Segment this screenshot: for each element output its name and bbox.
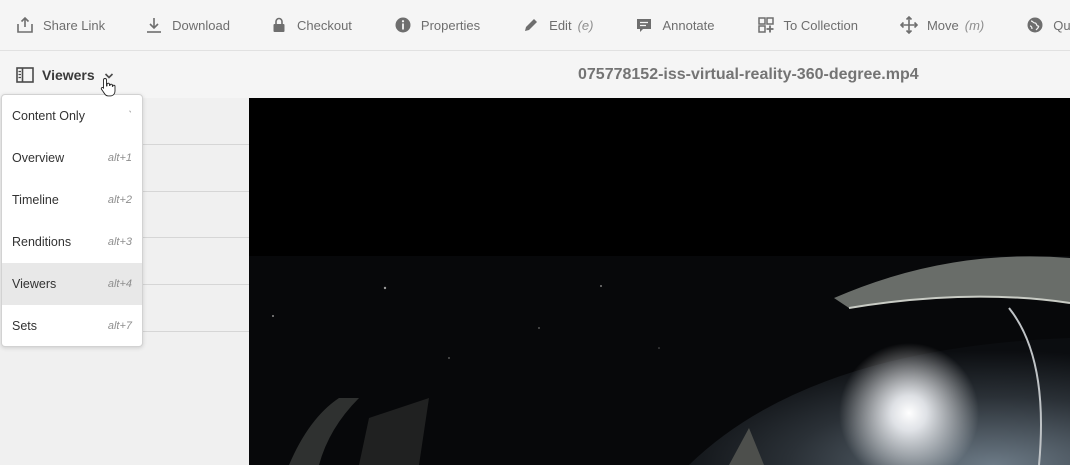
hand-cursor-icon — [100, 78, 116, 97]
edit-label: Edit — [549, 17, 572, 33]
download-icon — [147, 18, 162, 33]
comment-icon — [637, 19, 652, 32]
menu-item-label: Timeline — [12, 193, 59, 207]
rail-divider — [141, 284, 249, 285]
pencil-icon — [525, 19, 538, 31]
rail-divider — [141, 144, 249, 145]
menu-item-shortcut: alt+2 — [107, 194, 132, 206]
rail-divider — [141, 191, 249, 192]
rail-selector-menu: Content Only ` Overview alt+1 Timeline a… — [1, 94, 143, 347]
menu-item-content-only[interactable]: Content Only ` — [2, 95, 142, 137]
menu-item-viewers[interactable]: Viewers alt+4 — [2, 263, 142, 305]
rail-selector-label: Viewers — [42, 66, 95, 83]
menu-item-sets[interactable]: Sets alt+7 — [2, 305, 142, 346]
checkout-button[interactable]: Checkout — [270, 0, 352, 50]
rail-icon — [16, 66, 34, 83]
content-header: Viewers 075778152-iss-virtual-reality-36… — [0, 51, 1070, 98]
share-link-label: Share Link — [43, 17, 106, 33]
page-title: 075778152-iss-virtual-reality-360-degree… — [578, 66, 919, 83]
quick-publish-button[interactable]: Quick Pu — [1026, 0, 1070, 50]
move-button[interactable]: Move (m) — [899, 0, 985, 50]
quick-publish-label: Quick Pu — [1053, 17, 1070, 33]
rail-divider — [141, 237, 249, 238]
action-toolbar: Share Link Download Checkout Properties … — [0, 0, 1070, 51]
share-icon — [17, 16, 33, 33]
download-label: Download — [172, 17, 230, 33]
menu-item-shortcut: alt+4 — [107, 278, 132, 290]
video-viewer[interactable] — [249, 98, 1070, 465]
video-frame — [249, 256, 1070, 465]
move-label: Move — [926, 17, 959, 33]
to-collection-label: To Collection — [783, 17, 858, 33]
menu-item-label: Renditions — [12, 235, 72, 249]
edit-button[interactable]: Edit (e) — [522, 0, 593, 50]
globe-icon — [1027, 17, 1043, 33]
annotate-button[interactable]: Annotate — [635, 0, 715, 50]
move-icon — [899, 16, 918, 34]
properties-label: Properties — [420, 17, 481, 33]
menu-item-renditions[interactable]: Renditions alt+3 — [2, 221, 142, 263]
menu-item-shortcut: ` — [128, 110, 132, 122]
collection-add-icon — [757, 17, 774, 33]
menu-item-label: Viewers — [12, 277, 57, 291]
info-icon — [395, 17, 411, 33]
annotate-label: Annotate — [662, 17, 715, 33]
menu-item-overview[interactable]: Overview alt+1 — [2, 137, 142, 179]
lock-icon — [273, 17, 285, 32]
menu-item-label: Overview — [12, 151, 65, 165]
checkout-label: Checkout — [296, 17, 352, 33]
rail-divider — [141, 331, 249, 332]
share-link-button[interactable]: Share Link — [16, 0, 105, 50]
menu-item-label: Content Only — [12, 109, 85, 123]
menu-item-shortcut: alt+3 — [107, 236, 132, 248]
download-button[interactable]: Download — [145, 0, 230, 50]
menu-item-shortcut: alt+7 — [107, 320, 132, 332]
menu-item-shortcut: alt+1 — [107, 152, 132, 164]
to-collection-button[interactable]: To Collection — [757, 0, 858, 50]
move-shortcut: (m) — [964, 17, 985, 33]
edit-shortcut: (e) — [577, 17, 594, 33]
menu-item-label: Sets — [12, 319, 38, 333]
menu-item-timeline[interactable]: Timeline alt+2 — [2, 179, 142, 221]
properties-button[interactable]: Properties — [394, 0, 480, 50]
